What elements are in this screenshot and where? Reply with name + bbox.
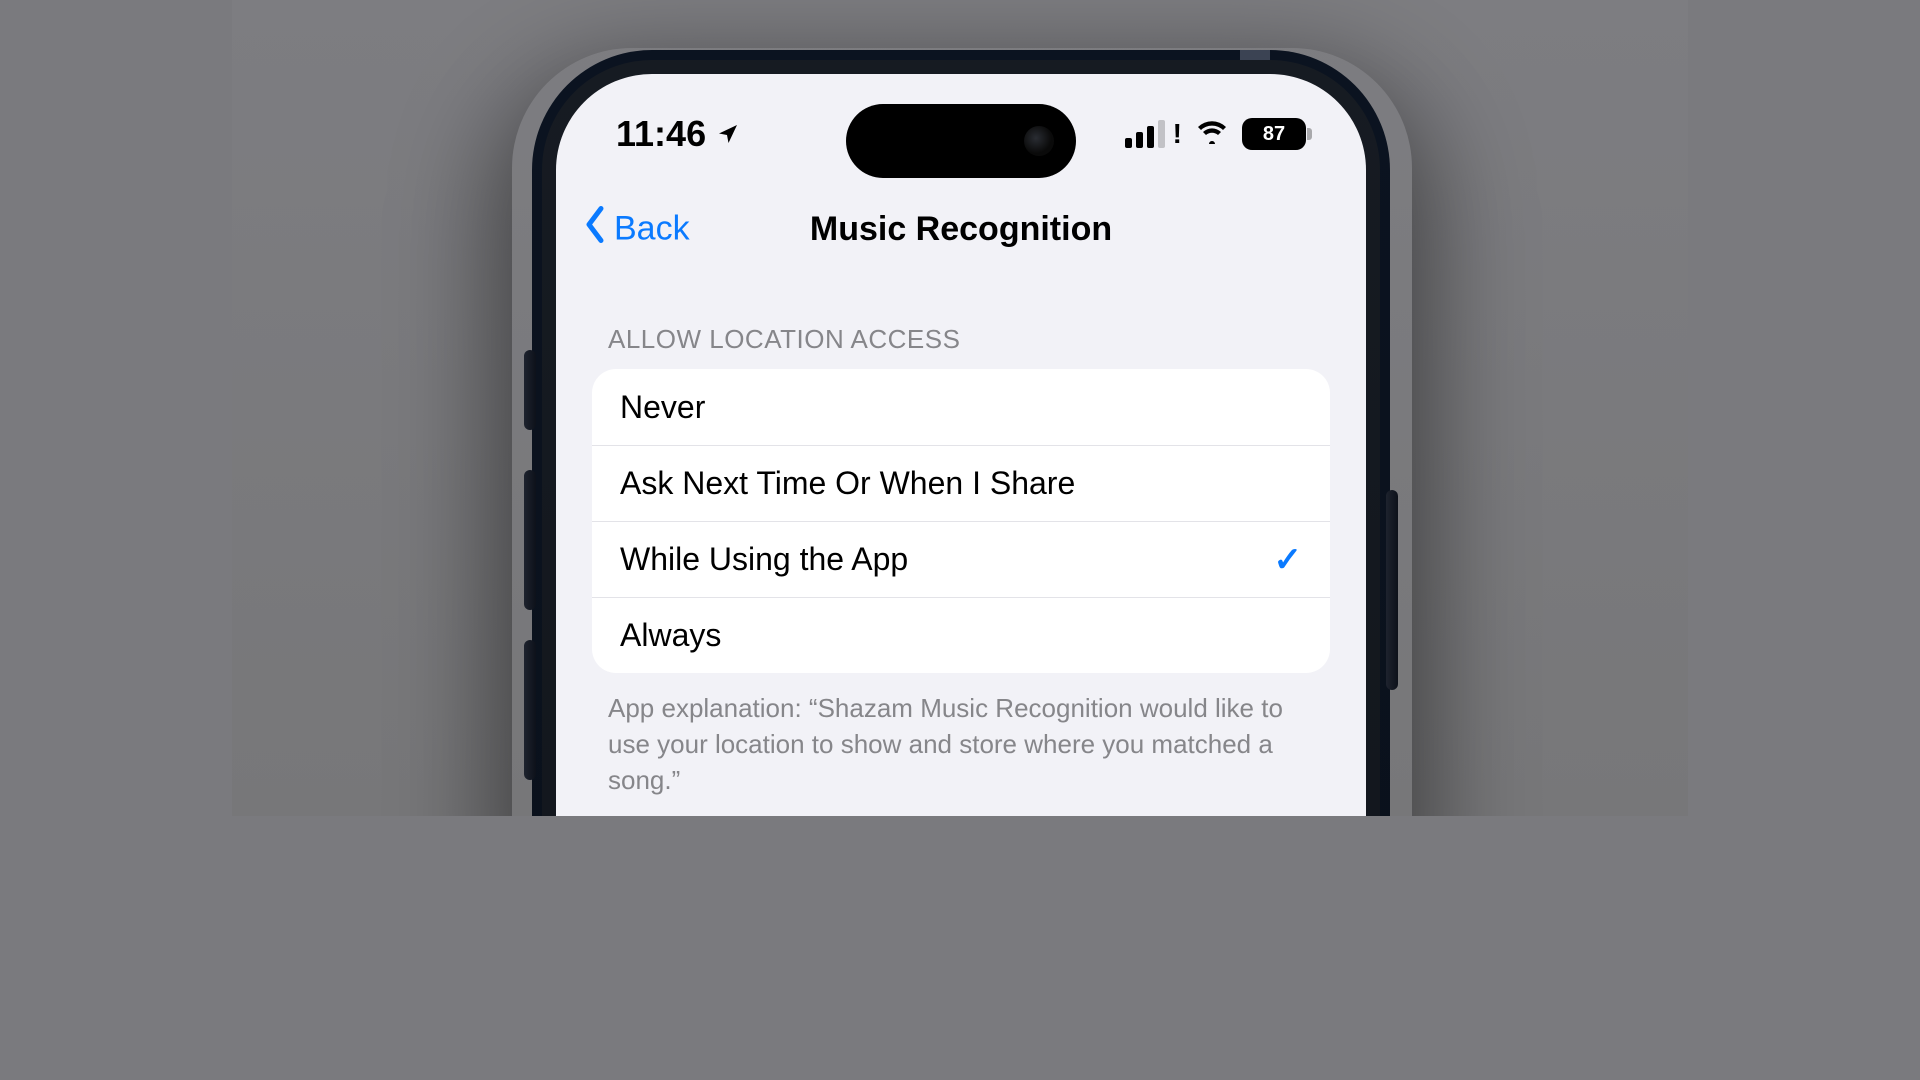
volume-down-button: [524, 640, 536, 780]
location-arrow-icon: [716, 113, 740, 155]
section-header-location: ALLOW LOCATION ACCESS: [592, 284, 1330, 369]
option-while-using[interactable]: While Using the App ✓: [592, 521, 1330, 597]
page-title: Music Recognition: [810, 210, 1112, 249]
option-label: Ask Next Time Or When I Share: [620, 465, 1075, 502]
option-label: Never: [620, 389, 705, 426]
phone-frame: 11:46 !: [532, 50, 1390, 816]
dynamic-island: [846, 104, 1076, 178]
front-camera-icon: [1024, 126, 1054, 156]
battery-indicator: 87: [1242, 118, 1306, 150]
wifi-icon: [1196, 120, 1228, 149]
cellular-signal-icon: !: [1125, 120, 1182, 148]
back-button[interactable]: Back: [580, 205, 690, 254]
option-never[interactable]: Never: [592, 369, 1330, 445]
option-always[interactable]: Always: [592, 597, 1330, 673]
section-footer-explanation: App explanation: “Shazam Music Recogniti…: [592, 673, 1330, 799]
power-button: [1386, 490, 1398, 690]
checkmark-icon: ✓: [1274, 540, 1303, 580]
option-ask-next-time[interactable]: Ask Next Time Or When I Share: [592, 445, 1330, 521]
battery-percent: 87: [1263, 123, 1285, 146]
status-time: 11:46: [616, 113, 706, 155]
mute-switch: [524, 350, 536, 430]
location-access-list: Never Ask Next Time Or When I Share Whil…: [592, 369, 1330, 673]
back-label: Back: [614, 210, 690, 249]
nav-bar: Back Music Recognition: [556, 194, 1366, 264]
option-label: While Using the App: [620, 541, 908, 578]
screen: 11:46 !: [556, 74, 1366, 816]
option-label: Always: [620, 617, 721, 654]
chevron-left-icon: [580, 205, 610, 254]
volume-up-button: [524, 470, 536, 610]
